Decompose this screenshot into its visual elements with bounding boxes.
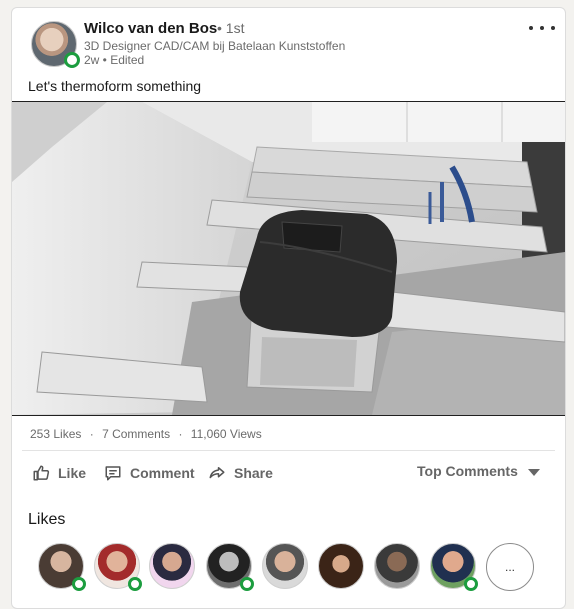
- post-header: Wilco van den Bos • 1st 3D Designer CAD/…: [12, 8, 565, 76]
- liker-avatar[interactable]: [38, 543, 86, 591]
- more-likers-button[interactable]: ...: [486, 543, 534, 591]
- post-video[interactable]: [12, 101, 565, 416]
- comment-icon: [105, 466, 121, 481]
- divider: [22, 450, 555, 451]
- online-status-indicator: [64, 52, 80, 68]
- more-options-button[interactable]: [529, 20, 555, 36]
- stats-separator: ·: [178, 427, 183, 441]
- author-name[interactable]: Wilco van den Bos: [84, 20, 217, 37]
- connection-degree: • 1st: [217, 20, 245, 36]
- liker-avatar[interactable]: [318, 543, 364, 589]
- like-label: Like: [58, 465, 87, 481]
- sort-label: Top Comments: [417, 463, 518, 479]
- dot-icon: [529, 26, 533, 30]
- comment-label: Comment: [130, 465, 195, 481]
- post-meta: 2w • Edited: [84, 53, 145, 67]
- likes-count[interactable]: 253 Likes: [30, 427, 81, 441]
- online-status-indicator: [464, 577, 478, 591]
- comment-button[interactable]: Comment: [104, 464, 195, 482]
- sort-comments-dropdown[interactable]: Top Comments: [417, 463, 540, 479]
- post-stats: 253 Likes · 7 Comments · 11,060 Views: [30, 427, 267, 441]
- comments-count[interactable]: 7 Comments: [102, 427, 170, 441]
- dot-icon: [540, 26, 544, 30]
- likers-list: ...: [38, 543, 558, 598]
- dot-icon: [551, 26, 555, 30]
- share-arrow-icon: [209, 467, 225, 479]
- share-label: Share: [234, 465, 273, 481]
- stats-separator: ·: [89, 427, 94, 441]
- liker-avatar[interactable]: [262, 543, 308, 589]
- post-card: Wilco van den Bos • 1st 3D Designer CAD/…: [11, 7, 566, 609]
- like-button[interactable]: Like: [32, 464, 86, 482]
- liker-avatar[interactable]: [430, 543, 478, 591]
- liker-avatar[interactable]: [94, 543, 142, 591]
- caret-down-icon: [527, 468, 540, 476]
- author-avatar[interactable]: [31, 21, 80, 68]
- liker-avatar[interactable]: [149, 543, 195, 589]
- online-status-indicator: [240, 577, 254, 591]
- liker-avatar[interactable]: [206, 543, 254, 591]
- post-text: Let's thermoform something: [28, 78, 202, 94]
- thumbs-up-icon: [33, 465, 50, 481]
- thermoforming-machine-image: [12, 102, 565, 415]
- liker-avatar[interactable]: [374, 543, 420, 589]
- share-button[interactable]: Share: [208, 464, 273, 482]
- likes-section-title: Likes: [28, 511, 66, 528]
- online-status-indicator: [72, 577, 86, 591]
- online-status-indicator: [128, 577, 142, 591]
- author-headline: 3D Designer CAD/CAM bij Batelaan Kunstst…: [84, 39, 346, 53]
- views-count: 11,060 Views: [190, 427, 262, 441]
